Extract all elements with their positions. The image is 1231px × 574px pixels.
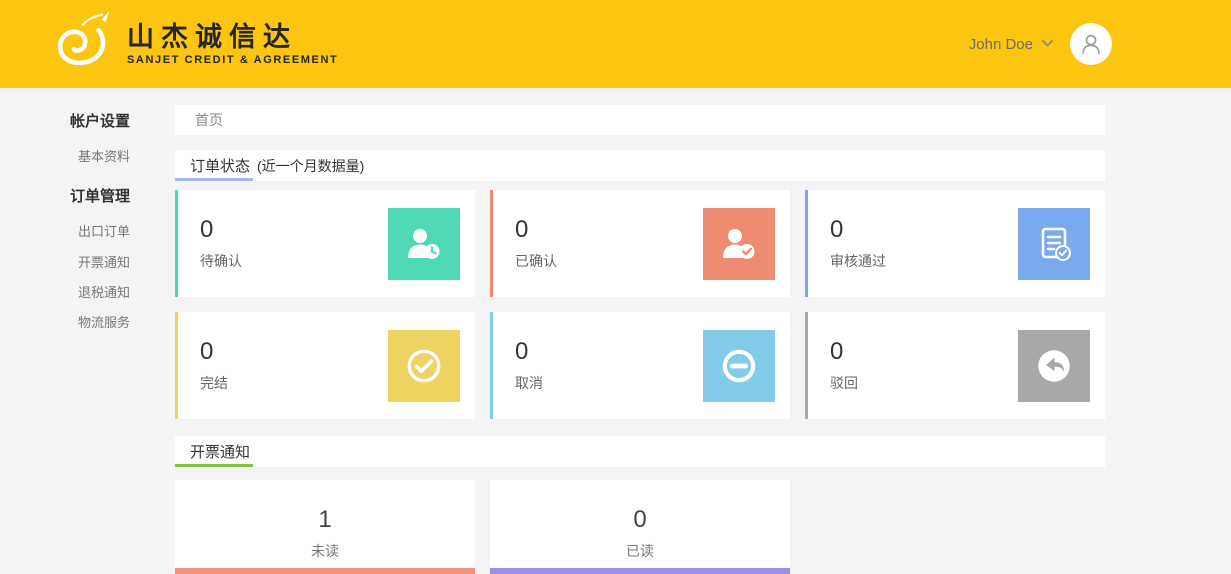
rejected-label: 驳回 [830,375,858,391]
minus-circle-icon [703,329,775,402]
sidebar-item-basic-info[interactable]: 基本资料 [0,149,130,164]
order-status-section-header: 订单状态 (近一个月数据量) [175,150,1105,181]
sidebar-item-logistics-service[interactable]: 物流服务 [0,315,130,330]
sidebar-section-order-management[interactable]: 订单管理 [0,188,130,205]
cancelled-label: 取消 [515,375,543,391]
main-content: 首页 订单状态 (近一个月数据量) 0 待确认 0 已确认 0 审核通过 0 完… [175,88,1105,574]
completed-label: 完结 [200,375,228,391]
undo-arrow-icon [1018,329,1090,402]
completed-count: 0 [200,338,214,365]
sidebar-item-tax-refund-notice[interactable]: 退税通知 [0,285,130,300]
card-audit-approved[interactable]: 0 审核通过 [805,190,1105,297]
user-clock-icon [388,207,460,280]
user-menu[interactable]: John Doe [969,23,1112,65]
order-status-title: 订单状态 [190,158,251,175]
logo: 山杰诚信达 SANJET CREDIT & AGREEMENT [45,10,338,79]
audit-approved-count: 0 [830,216,844,243]
cancelled-count: 0 [515,338,529,365]
card-cancelled[interactable]: 0 取消 [490,312,790,419]
document-check-icon [1018,207,1090,280]
sidebar-section-account-settings[interactable]: 帐户设置 [0,113,130,130]
read-count: 0 [633,506,647,533]
card-confirmed[interactable]: 0 已确认 [490,190,790,297]
breadcrumb-home[interactable]: 首页 [195,112,223,128]
brand-title: 山杰诚信达 [127,22,297,52]
check-circle-icon [388,329,460,402]
invoice-notice-section-header: 开票通知 [175,436,1105,467]
card-rejected[interactable]: 0 驳回 [805,312,1105,419]
confirmed-label: 已确认 [515,253,557,269]
sidebar-item-export-orders[interactable]: 出口订单 [0,224,130,239]
invoice-notice-active-underline [175,464,253,467]
breadcrumb: 首页 [175,105,1105,135]
order-status-cards: 0 待确认 0 已确认 0 审核通过 0 完结 0 取消 0 驳回 [175,190,1105,419]
invoice-notice-cards: 1 未读 0 已读 [175,480,1105,574]
rejected-count: 0 [830,338,844,365]
user-check-icon [703,207,775,280]
unread-label: 未读 [311,543,339,559]
unread-count: 1 [318,506,332,533]
confirmed-count: 0 [515,216,529,243]
user-name[interactable]: John Doe [969,36,1033,53]
audit-approved-label: 审核通过 [830,253,886,269]
order-status-subtitle: (近一个月数据量) [257,157,365,174]
card-read[interactable]: 0 已读 [490,480,790,574]
chevron-down-icon[interactable] [1041,35,1054,53]
avatar[interactable] [1070,23,1112,65]
sidebar-item-invoice-notice[interactable]: 开票通知 [0,255,130,270]
read-label: 已读 [626,543,654,559]
logo-swirl-plane-icon [45,10,119,79]
card-pending-confirmation[interactable]: 0 待确认 [175,190,475,297]
card-unread[interactable]: 1 未读 [175,480,475,574]
invoice-notice-title: 开票通知 [190,444,251,461]
sidebar: 帐户设置 基本资料 订单管理 出口订单 开票通知 退税通知 物流服务 [0,88,175,574]
card-completed[interactable]: 0 完结 [175,312,475,419]
brand-subtitle: SANJET CREDIT & AGREEMENT [127,54,339,66]
order-status-active-underline [175,178,253,181]
app-header: 山杰诚信达 SANJET CREDIT & AGREEMENT John Doe [0,0,1231,88]
pending-confirmation-label: 待确认 [200,253,242,269]
pending-confirmation-count: 0 [200,216,214,243]
